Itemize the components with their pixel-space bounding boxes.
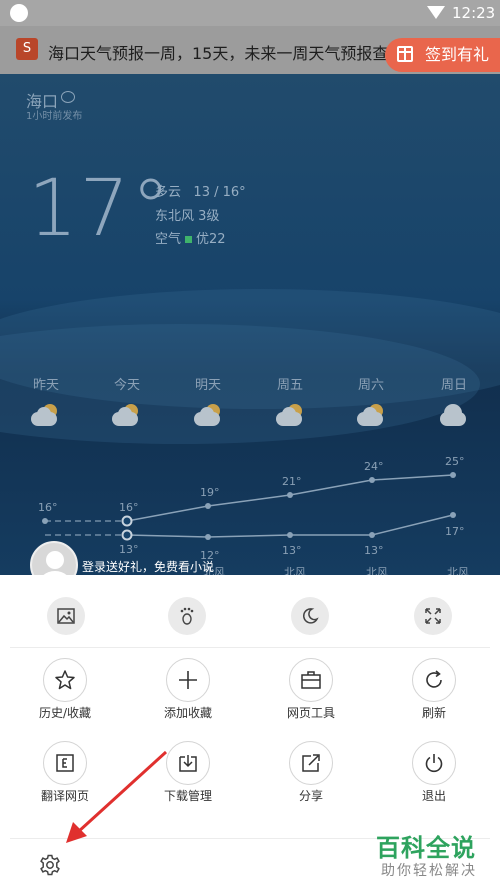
high-temp-label: 16° [38,501,58,514]
partly-cloudy-icon [357,404,387,428]
low-temp-label: 13° [119,543,139,556]
fullscreen-button[interactable] [414,597,452,635]
web-tools-button[interactable] [289,658,333,702]
menu-label: 分享 [298,789,323,803]
notification-icon [10,4,28,22]
condition: 多云 [155,185,182,200]
menu-label: 网页工具 [286,706,335,720]
exit-button[interactable] [412,741,456,785]
air-label: 空气 [155,232,182,247]
download-icon [179,755,197,772]
translate-page-button[interactable] [43,741,87,785]
site-logo-icon: S [16,38,38,60]
fullscreen-icon [425,608,441,624]
menu-label: 下载管理 [163,789,212,803]
menu-label: 翻译网页 [40,789,89,803]
settings-gear-icon[interactable] [38,853,62,877]
night-mode-button[interactable] [291,597,329,635]
weather-panel: 海口 1小时前发布 17° 多云 13 / 16° 东北风 3级 空气 优22 昨… [0,74,500,575]
partly-cloudy-icon [194,404,224,428]
menu-label: 添加收藏 [163,706,212,720]
high-temp-label: 19° [200,486,220,499]
wind-label: 北风 [366,566,388,575]
air-quality-row: 空气 优22 [155,228,226,247]
temp-range: 13 / 16° [193,185,246,200]
toolbox-icon [301,671,321,689]
published-time: 1小时前发布 [26,111,83,122]
partly-cloudy-icon [112,404,142,428]
plus-icon [179,671,197,689]
wifi-icon [427,6,445,19]
page-title[interactable]: 海口天气预报一周，15天，未来一周天气预报查询 [48,40,398,64]
menu-label: 历史/收藏 [38,706,92,720]
image-icon [57,608,75,624]
low-temp-label: 13° [282,544,302,557]
high-temp-label: 25° [445,455,465,468]
translate-icon [56,754,74,772]
condition-row: 多云 13 / 16° [155,181,246,200]
high-temp-label: 16° [119,501,139,514]
share-button[interactable] [289,741,333,785]
wind: 东北风 3级 [155,209,220,224]
power-icon [425,754,443,773]
air-quality: 优22 [196,232,226,247]
gift-icon [397,46,413,62]
rain-cloud-icon [440,404,470,428]
history-bookmarks-button[interactable] [43,658,87,702]
aqi-dot-icon [185,235,193,243]
partly-cloudy-icon [276,404,306,428]
day-label: 明天 [194,378,221,393]
refresh-icon [426,670,442,688]
watermark-subtitle: 助你轻松解决 [381,863,477,879]
partly-cloudy-icon [31,404,61,428]
low-temp-label: 17° [445,525,465,538]
day-label: 今天 [113,378,140,393]
add-bookmark-button[interactable] [166,658,210,702]
login-prompt[interactable]: 登录送好礼，免费看小说 [82,558,214,575]
menu-label: 退出 [421,789,446,803]
wind-label: 北风 [447,566,469,575]
status-bar: 12:23 [0,0,500,26]
download-manager-button[interactable] [166,741,210,785]
low-temp-label: 13° [364,544,384,557]
no-image-mode-button[interactable] [47,597,85,635]
day-label: 周六 [357,378,384,393]
incognito-mode-button[interactable] [168,597,206,635]
location-icon [61,91,75,103]
high-temp-label: 21° [282,475,302,488]
menu-label: 刷新 [421,706,446,720]
wind-label: 北风 [284,566,306,575]
star-icon [55,670,75,690]
share-icon [302,754,320,772]
watermark-title: 百科全说 [376,834,476,862]
divider [10,647,490,648]
day-label: 周日 [440,378,467,393]
clock: 12:23 [452,4,496,22]
footprint-icon [180,607,194,625]
refresh-button[interactable] [412,658,456,702]
night-mode-icon [302,608,319,624]
current-temperature: 17° [28,164,173,254]
day-label: 昨天 [32,378,59,393]
day-label: 周五 [276,378,303,393]
high-temp-label: 24° [364,460,384,473]
